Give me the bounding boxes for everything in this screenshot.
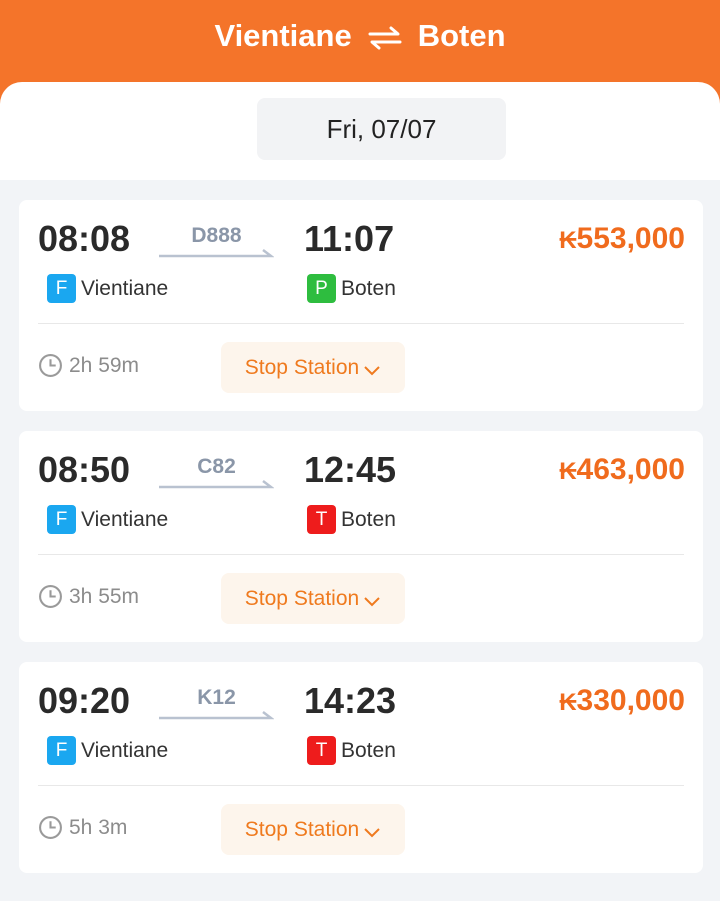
- stop-station-button[interactable]: Stop Station: [221, 804, 405, 855]
- ticket-price: ₭463,000: [559, 453, 685, 487]
- trip-duration: 3h 55m: [38, 584, 139, 609]
- price-amount: 463,000: [576, 453, 685, 486]
- arrival-time: 11:07: [304, 218, 395, 259]
- arrival-station-name: Boten: [341, 507, 396, 531]
- card-divider: [38, 785, 684, 786]
- date-panel: Fri, 07/07: [0, 82, 720, 180]
- train-list: 08:08 D888 11:07 ₭553,000 F Vientiane P …: [19, 200, 703, 893]
- stop-station-button[interactable]: Stop Station: [221, 342, 405, 393]
- swap-arrows-icon[interactable]: [368, 26, 402, 50]
- station-type-badge: F: [47, 274, 76, 303]
- arrival-station-name: Boten: [341, 276, 396, 300]
- station-type-badge: F: [47, 736, 76, 765]
- departure-station: F Vientiane: [47, 736, 168, 765]
- date-selector[interactable]: Fri, 07/07: [257, 98, 506, 160]
- stop-station-label: Stop Station: [244, 817, 360, 841]
- route-arrow-icon: [159, 480, 274, 489]
- clock-icon: [39, 585, 62, 608]
- departure-time: 08:50: [38, 449, 131, 490]
- chevron-down-icon: [364, 827, 380, 837]
- chevron-down-icon: [364, 596, 380, 606]
- train-number: D888: [191, 224, 242, 247]
- chevron-down-icon: [364, 365, 380, 375]
- route-title: Vientiane Boten: [0, 18, 720, 54]
- duration-text: 2h 59m: [69, 353, 140, 377]
- train-number: C82: [197, 455, 236, 478]
- ticket-price: ₭330,000: [559, 684, 685, 718]
- station-type-badge: T: [307, 505, 336, 534]
- departure-station: F Vientiane: [47, 274, 168, 303]
- card-divider: [38, 323, 684, 324]
- clock-icon: [39, 816, 62, 839]
- departure-time: 09:20: [38, 680, 131, 721]
- departure-station-name: Vientiane: [81, 507, 169, 531]
- stop-station-label: Stop Station: [244, 355, 360, 379]
- price-amount: 553,000: [576, 222, 685, 255]
- departure-station-name: Vientiane: [81, 738, 169, 762]
- departure-time: 08:08: [38, 218, 131, 259]
- departure-station-name: Vientiane: [81, 276, 169, 300]
- arrival-station: T Boten: [307, 736, 396, 765]
- trip-duration: 2h 59m: [38, 353, 139, 378]
- stop-station-label: Stop Station: [244, 586, 360, 610]
- currency-symbol: ₭: [559, 689, 577, 716]
- stop-station-button[interactable]: Stop Station: [221, 573, 405, 624]
- ticket-price: ₭553,000: [559, 222, 685, 256]
- arrival-time: 14:23: [304, 680, 397, 721]
- train-card[interactable]: 09:20 K12 14:23 ₭330,000 F Vientiane T B…: [19, 662, 703, 873]
- station-type-badge: P: [307, 274, 336, 303]
- station-type-badge: F: [47, 505, 76, 534]
- destination-city: Boten: [417, 18, 506, 53]
- origin-city: Vientiane: [214, 18, 352, 53]
- departure-station: F Vientiane: [47, 505, 168, 534]
- arrival-station: P Boten: [307, 274, 396, 303]
- price-amount: 330,000: [576, 684, 685, 717]
- clock-icon: [39, 354, 62, 377]
- arrival-time: 12:45: [304, 449, 397, 490]
- duration-text: 5h 3m: [69, 815, 128, 839]
- trip-duration: 5h 3m: [38, 815, 127, 840]
- route-arrow-icon: [159, 711, 274, 720]
- train-card[interactable]: 08:50 C82 12:45 ₭463,000 F Vientiane T B…: [19, 431, 703, 642]
- card-divider: [38, 554, 684, 555]
- currency-symbol: ₭: [559, 458, 577, 485]
- duration-text: 3h 55m: [69, 584, 140, 608]
- route-arrow-icon: [159, 249, 274, 258]
- train-card[interactable]: 08:08 D888 11:07 ₭553,000 F Vientiane P …: [19, 200, 703, 411]
- arrival-station: T Boten: [307, 505, 396, 534]
- station-type-badge: T: [307, 736, 336, 765]
- currency-symbol: ₭: [559, 227, 577, 254]
- train-number: K12: [197, 686, 236, 709]
- arrival-station-name: Boten: [341, 738, 396, 762]
